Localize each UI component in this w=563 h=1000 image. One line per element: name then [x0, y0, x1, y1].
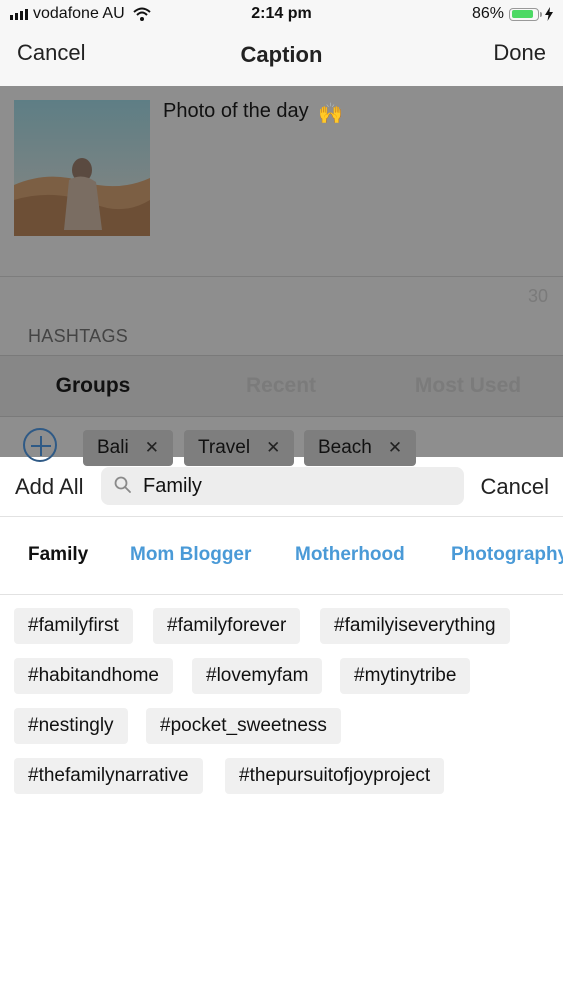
done-button[interactable]: Done: [493, 40, 546, 66]
hashtag-chip[interactable]: #pocket_sweetness: [146, 708, 341, 744]
remaining-count: 30: [527, 286, 548, 306]
raised-hands-emoji: 🙌: [318, 103, 344, 125]
battery-percent: 86%: [471, 5, 504, 22]
group-chip-label: Beach: [318, 437, 372, 458]
remove-icon[interactable]: ✕: [266, 438, 280, 458]
hashtag-chip[interactable]: #familyforever: [153, 608, 301, 644]
category-motherhood[interactable]: Motherhood: [295, 544, 405, 566]
hashtag-chip[interactable]: #familyiseverything: [320, 608, 510, 644]
divider: [0, 276, 563, 277]
group-chip-beach[interactable]: Beach ✕: [304, 430, 417, 466]
caption-text[interactable]: Photo of the day 🙌: [163, 100, 343, 126]
group-chip-label: Travel: [198, 437, 251, 458]
battery-icon: [509, 7, 542, 21]
category-family[interactable]: Family: [28, 544, 88, 566]
hashtag-chip[interactable]: #habitandhome: [14, 658, 173, 694]
category-photography[interactable]: Photography: [451, 544, 563, 566]
group-chip-label: Bali: [97, 437, 129, 458]
divider: [0, 516, 563, 517]
post-thumbnail: [14, 100, 150, 236]
hashtag-chip[interactable]: #nestingly: [14, 708, 128, 744]
hashtags-heading: HASHTAGS: [28, 326, 129, 346]
hashtag-chip[interactable]: #lovemyfam: [192, 658, 323, 694]
status-right: 86%: [472, 5, 553, 23]
group-chip-travel[interactable]: Travel ✕: [184, 430, 295, 466]
page-title: Caption: [240, 42, 323, 67]
tab-most-used[interactable]: Most Used: [383, 374, 553, 398]
hashtag-chip[interactable]: #familyfirst: [14, 608, 133, 644]
tab-groups[interactable]: Groups: [8, 374, 178, 398]
group-chip-bali[interactable]: Bali ✕: [83, 430, 173, 466]
hashtag-chip[interactable]: #thepursuitofjoyproject: [225, 758, 445, 794]
search-cancel-button[interactable]: Cancel: [481, 474, 549, 500]
hashtag-chip[interactable]: #mytinytribe: [340, 658, 471, 694]
search-icon: [114, 476, 131, 493]
charging-icon: [545, 7, 553, 21]
search-query[interactable]: Family: [143, 475, 202, 498]
category-mom-blogger[interactable]: Mom Blogger: [130, 544, 251, 566]
add-group-icon[interactable]: [23, 428, 57, 462]
remove-icon[interactable]: ✕: [145, 438, 159, 458]
tab-recent[interactable]: Recent: [196, 374, 366, 398]
caption-label: Photo of the day: [163, 100, 309, 122]
divider: [0, 594, 563, 595]
add-all-button[interactable]: Add All: [15, 474, 84, 500]
remove-icon[interactable]: ✕: [388, 438, 402, 458]
hashtag-chip[interactable]: #thefamilynarrative: [14, 758, 203, 794]
